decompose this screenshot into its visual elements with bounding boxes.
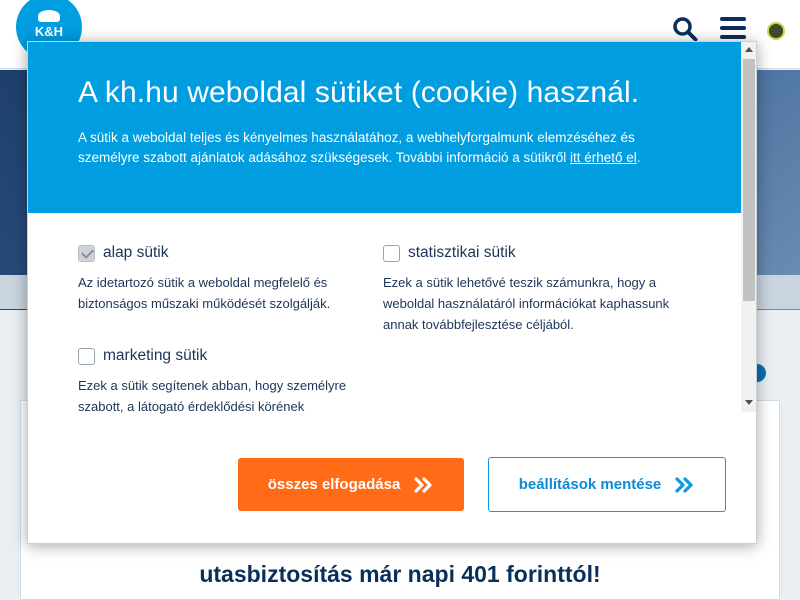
scroll-thumb[interactable] <box>743 59 755 301</box>
search-icon[interactable] <box>672 16 698 42</box>
modal-description: A sütik a weboldal teljes és kényelmes h… <box>78 128 698 168</box>
scroll-down-arrow-icon[interactable] <box>745 400 753 405</box>
description-end: . <box>636 150 641 165</box>
description-text: A sütik a weboldal teljes és kényelmes h… <box>78 130 635 165</box>
option-basic-cookies: alap sütik Az idetartozó sütik a webolda… <box>78 243 378 314</box>
logo-mark <box>38 10 60 22</box>
modal-title: A kh.hu weboldal sütiket (cookie) haszná… <box>78 76 640 109</box>
save-settings-button[interactable]: beállítások mentése <box>488 457 726 512</box>
marketing-cookies-checkbox[interactable] <box>78 347 95 365</box>
option-statistics-cookies: statisztikai sütik Ezek a sütik lehetővé… <box>383 243 683 335</box>
menu-icon[interactable] <box>720 17 746 39</box>
cookie-consent-modal: A kh.hu weboldal sütiket (cookie) haszná… <box>27 41 757 544</box>
basic-cookies-checkbox[interactable] <box>78 244 95 262</box>
option-description: Ezek a sütik segítenek abban, hogy szemé… <box>78 378 347 414</box>
accept-all-label: összes elfogadása <box>267 476 401 493</box>
modal-header: A kh.hu weboldal sütiket (cookie) haszná… <box>28 42 741 213</box>
modal-scrollbar[interactable] <box>741 42 756 412</box>
scroll-up-arrow-icon[interactable] <box>745 47 753 52</box>
double-chevron-right-icon <box>675 476 693 493</box>
option-label: alap sütik <box>103 244 169 261</box>
statistics-cookies-checkbox[interactable] <box>383 244 400 262</box>
option-label: marketing sütik <box>103 347 208 364</box>
double-chevron-right-icon <box>414 476 432 493</box>
info-link[interactable]: itt érhető el <box>570 150 637 165</box>
promo-headline: utasbiztosítás már napi 401 forinttól! <box>199 561 601 587</box>
option-description: Az idetartozó sütik a weboldal megfelelő… <box>78 275 331 311</box>
accept-all-button[interactable]: összes elfogadása <box>238 458 464 511</box>
option-marketing-cookies: marketing sütik Ezek a sütik segítenek a… <box>78 346 378 417</box>
option-label: statisztikai sütik <box>408 244 516 261</box>
save-settings-label: beállítások mentése <box>518 476 662 493</box>
option-description: Ezek a sütik lehetővé teszik számunkra, … <box>383 275 670 332</box>
accessibility-icon[interactable] <box>767 22 785 40</box>
logo-text: K&H <box>34 24 64 39</box>
